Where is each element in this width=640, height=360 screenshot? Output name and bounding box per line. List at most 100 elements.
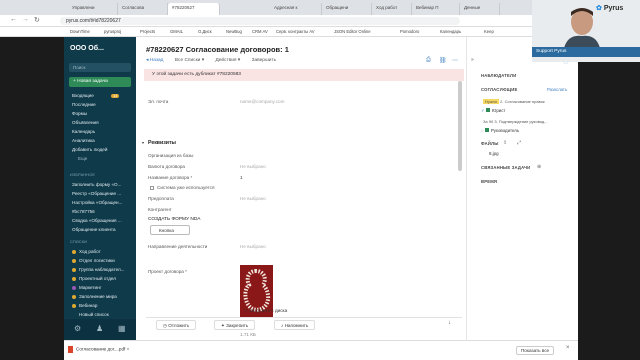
list-item[interactable]: Ход работ xyxy=(72,249,101,254)
browser-tab[interactable]: Вебинар П xyxy=(412,3,460,15)
list-item[interactable]: Вебинар xyxy=(72,303,97,308)
browser-tab[interactable]: Ход работ xyxy=(372,3,412,15)
sidebar-item-more[interactable]: Еще xyxy=(78,156,87,161)
approver-row[interactable]: ○ Руководитель xyxy=(481,128,519,133)
bookmark[interactable]: Keep xyxy=(484,29,494,34)
show-all-button[interactable]: Показать все xyxy=(516,346,555,355)
collapse-panel-icon[interactable]: » xyxy=(471,57,474,63)
bookmark[interactable]: DownTime xyxy=(70,29,90,34)
browser-tab[interactable]: Управлени xyxy=(68,3,118,15)
contract-name-value[interactable]: 1 xyxy=(240,175,243,180)
sidebar-item-announcements[interactable]: Объявления xyxy=(72,120,99,125)
browser-tab[interactable]: Обращени xyxy=(322,3,372,15)
checkbox-icon[interactable] xyxy=(150,185,154,190)
upload-icon[interactable]: ⇪ xyxy=(503,140,507,146)
webcam-label: Support Pyrus xyxy=(532,47,640,57)
bookmark[interactable]: JSON Editor Online xyxy=(334,29,371,34)
url-input[interactable]: pyrus.com/t#id78220627 xyxy=(60,17,460,25)
field-label: Название договора * xyxy=(148,175,193,180)
back-link[interactable]: ◂ Назад xyxy=(146,58,164,63)
collapse-chevron-icon[interactable]: ▾ xyxy=(142,140,144,145)
sidebar-search-input[interactable]: Поиск xyxy=(69,63,131,72)
currency-select[interactable]: Не выбрано xyxy=(240,164,266,169)
sidebar-item-forms[interactable]: Формы xyxy=(72,111,87,116)
bookmark[interactable]: Календарь xyxy=(440,29,461,34)
pin-button[interactable]: ✦ Закрепить xyxy=(214,320,256,330)
field-label: Валюта договора xyxy=(148,164,185,169)
send-approvers-link[interactable]: Разослать xyxy=(547,87,567,92)
email-input[interactable]: name@company.com xyxy=(240,99,284,104)
field-label: Направление деятельности xyxy=(148,244,208,249)
download-item[interactable]: Согласование дог....pdf ˄ xyxy=(68,346,129,353)
reload-icon[interactable]: ↻ xyxy=(34,16,40,24)
calendar-icon[interactable]: ▦ xyxy=(118,324,126,333)
sidebar-item-calendar[interactable]: Календарь xyxy=(72,129,95,134)
favorite-item[interactable]: Обращение клиента xyxy=(72,227,116,232)
chevron-up-icon[interactable]: ˄ xyxy=(127,347,130,352)
field-label: Контрагент xyxy=(148,207,172,212)
browser-tab[interactable]: Согласова xyxy=(118,3,168,15)
bookmark[interactable]: GMAIL xyxy=(170,29,183,34)
list-item[interactable]: Маркетинг xyxy=(72,285,101,290)
complete-link[interactable]: Завершить xyxy=(252,58,277,63)
list-item[interactable]: Отдел логистики xyxy=(72,258,115,263)
list-dot-icon xyxy=(72,258,76,263)
list-dot-icon xyxy=(72,294,76,299)
browser-tab[interactable]: Адресная к xyxy=(270,3,322,15)
bookmark[interactable]: NewBug xyxy=(226,29,242,34)
sidebar-item-analytics[interactable]: Аналитика xyxy=(72,138,95,143)
back-icon[interactable]: ← xyxy=(10,16,17,23)
list-item[interactable]: Группа наблюдател... xyxy=(72,267,124,272)
org-name[interactable]: ООО Об... xyxy=(70,45,104,52)
files-heading: ФАЙЛЫ xyxy=(481,141,499,146)
duplicate-warning: У этой задачи есть дубликат #78220583 xyxy=(144,69,464,81)
favorite-item[interactable]: Сводка «Обращения ... xyxy=(72,218,122,223)
link-icon[interactable]: ⤢ xyxy=(517,140,521,146)
actions-dropdown[interactable]: Действия ▾ xyxy=(215,58,240,63)
bookmark[interactable]: CRM AV xyxy=(252,29,268,34)
observers-heading: НАБЛЮДАТЕЛИ xyxy=(481,73,517,78)
favorite-item[interactable]: Реестр «Обращение ... xyxy=(72,191,121,196)
forward-icon[interactable]: → xyxy=(22,16,29,23)
list-item-new[interactable]: Новый список xyxy=(79,312,109,317)
favorite-item[interactable]: Заполнить форму «О... xyxy=(72,182,121,187)
scrollbar[interactable] xyxy=(458,81,462,171)
approver-row[interactable]: ✓ Юрист xyxy=(481,108,505,114)
close-icon[interactable]: × xyxy=(566,345,570,351)
browser-tab-active[interactable]: #78220627 xyxy=(168,3,220,15)
add-related-icon[interactable]: ⊕ xyxy=(537,164,541,170)
bookmark[interactable]: Projects xyxy=(140,29,155,34)
list-item[interactable]: Заполнение мира xyxy=(72,294,117,299)
lists-dropdown[interactable]: Все Списки ▾ xyxy=(175,58,204,63)
bookmark[interactable]: Серв. контракты AV xyxy=(276,29,315,34)
system-used-checkbox[interactable]: Система уже используется xyxy=(150,185,214,190)
upload-from-disk-link[interactable]: ⇪ Загрузить с диска xyxy=(244,308,287,314)
section-title[interactable]: Реквизиты xyxy=(148,140,176,146)
sidebar-item-inbox[interactable]: Входящие 14 xyxy=(72,93,120,98)
remind-button[interactable]: ♪ Напомнить xyxy=(274,320,316,330)
bookmark[interactable]: Pomodoro xyxy=(400,29,419,34)
print-icon[interactable]: ⎙ xyxy=(426,57,431,64)
link-icon[interactable]: ⛓ xyxy=(439,57,447,64)
bookmarks-bar: DownTime pyrusproj Projects GMAIL О.Диск… xyxy=(0,27,532,37)
attached-file[interactable]: 8.jpg xyxy=(489,151,499,156)
bookmark[interactable]: О.Диск xyxy=(198,29,212,34)
settings-gear-icon[interactable]: ⚙ xyxy=(74,324,81,333)
postpone-button[interactable]: ◷ Отложить xyxy=(156,320,197,330)
new-task-button[interactable]: + Новая задача xyxy=(69,77,131,87)
nda-button[interactable]: Кнопка xyxy=(150,225,190,235)
bookmark[interactable]: pyrusproj xyxy=(104,29,121,34)
favorite-item[interactable]: Настройка «Обращен... xyxy=(72,200,122,205)
browser-tab[interactable]: Денные xyxy=(460,3,500,15)
pyrus-logo-icon: ✿ xyxy=(596,5,602,12)
list-dot-icon xyxy=(72,303,76,308)
favorite-item[interactable]: #bc787756 xyxy=(72,209,95,214)
prepayment-select[interactable]: Не выбрано xyxy=(240,196,266,201)
sidebar-item-add-people[interactable]: Добавить людей xyxy=(72,147,107,152)
sidebar-item-recent[interactable]: Последние xyxy=(72,102,96,107)
direction-select[interactable]: Не выбрано xyxy=(240,244,266,249)
more-icon[interactable]: ⋯ xyxy=(452,57,458,64)
list-item[interactable]: Проектный отдел xyxy=(72,276,116,281)
scroll-down-icon[interactable]: ↓ xyxy=(448,320,451,326)
notification-icon[interactable]: ♟ xyxy=(96,324,103,333)
